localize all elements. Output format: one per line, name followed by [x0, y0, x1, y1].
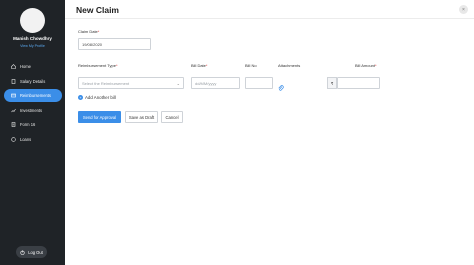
bill-date-input[interactable]: dd/MM/yyyy [191, 77, 240, 89]
plus-icon: + [78, 95, 83, 100]
logout-label: Log Out [28, 249, 43, 255]
sidebar-item-label: Form 16 [20, 122, 36, 128]
page-title: New Claim [76, 5, 119, 15]
logout-icon [20, 249, 25, 255]
sidebar-item-label: Loans [20, 136, 32, 142]
add-another-bill-label: Add Another bill [85, 95, 116, 100]
sidebar-item-reimbursements[interactable]: Reimbursements [4, 89, 62, 103]
bill-amount-label-text: Bill Amount [355, 63, 376, 68]
add-another-bill-button[interactable]: + Add Another bill [78, 95, 116, 100]
logout-button[interactable]: Log Out [16, 246, 47, 258]
bill-amount-input[interactable] [337, 77, 380, 89]
sidebar-nav: Home Salary Details Reimbursements Inves… [4, 60, 62, 148]
investments-icon [11, 108, 16, 113]
sidebar-item-form-16[interactable]: Form 16 [4, 118, 62, 131]
bill-date-label: Bill Date* [191, 63, 207, 68]
main-content: New Claim × Claim Date* 19/08/2020 Reimb… [65, 0, 474, 265]
attachments-label: Attachments [278, 63, 301, 68]
claim-date-input[interactable]: 19/08/2020 [78, 38, 151, 50]
reimbursement-type-placeholder: Select the Reimbursement [82, 80, 130, 86]
reimbursement-type-label-text: Reimbursement Type [78, 63, 116, 68]
sidebar-item-label: Investments [20, 107, 43, 113]
sidebar-item-loans[interactable]: Loans [4, 133, 62, 146]
avatar[interactable] [20, 8, 45, 33]
home-icon [11, 64, 16, 69]
loans-icon [11, 137, 16, 142]
chevron-down-icon: ⌄ [176, 81, 180, 86]
required-mark: * [205, 63, 208, 68]
sidebar: Manish Chowdhry View My Profile Home Sal… [0, 0, 65, 265]
cancel-button[interactable]: Cancel [161, 111, 183, 123]
bill-amount-label: Bill Amount* [355, 63, 377, 68]
close-button[interactable]: × [459, 5, 468, 14]
currency-symbol: ₹ [327, 77, 337, 89]
close-icon: × [462, 6, 465, 13]
claim-date-label: Claim Date* [78, 29, 99, 34]
required-mark: * [97, 29, 100, 34]
view-profile-link[interactable]: View My Profile [0, 44, 65, 48]
header: New Claim × [65, 0, 474, 19]
send-for-approval-button[interactable]: Send for Approval [78, 111, 121, 123]
document-icon [11, 78, 16, 84]
sidebar-item-label: Salary Details [20, 78, 46, 84]
required-mark: * [375, 63, 377, 68]
claim-date-label-text: Claim Date [78, 29, 98, 34]
bill-no-label: Bill No [245, 63, 257, 68]
user-name: Manish Chowdhry [13, 36, 52, 41]
sidebar-item-home[interactable]: Home [4, 60, 62, 73]
reimbursement-type-select[interactable]: Select the Reimbursement ⌄ [78, 77, 184, 89]
sidebar-item-investments[interactable]: Investments [4, 104, 62, 117]
sidebar-item-salary-details[interactable]: Salary Details [4, 75, 62, 88]
bill-date-label-text: Bill Date [191, 63, 206, 68]
paperclip-icon[interactable] [278, 79, 284, 91]
sidebar-item-label: Reimbursements [20, 93, 51, 99]
save-as-draft-button[interactable]: Save as Draft [125, 111, 158, 123]
reimbursement-type-label: Reimbursement Type* [78, 63, 118, 68]
required-mark: * [115, 63, 118, 68]
reimbursement-icon [11, 93, 16, 98]
bill-no-input[interactable] [245, 77, 273, 89]
sidebar-item-label: Home [20, 64, 31, 69]
form-icon [11, 122, 16, 128]
